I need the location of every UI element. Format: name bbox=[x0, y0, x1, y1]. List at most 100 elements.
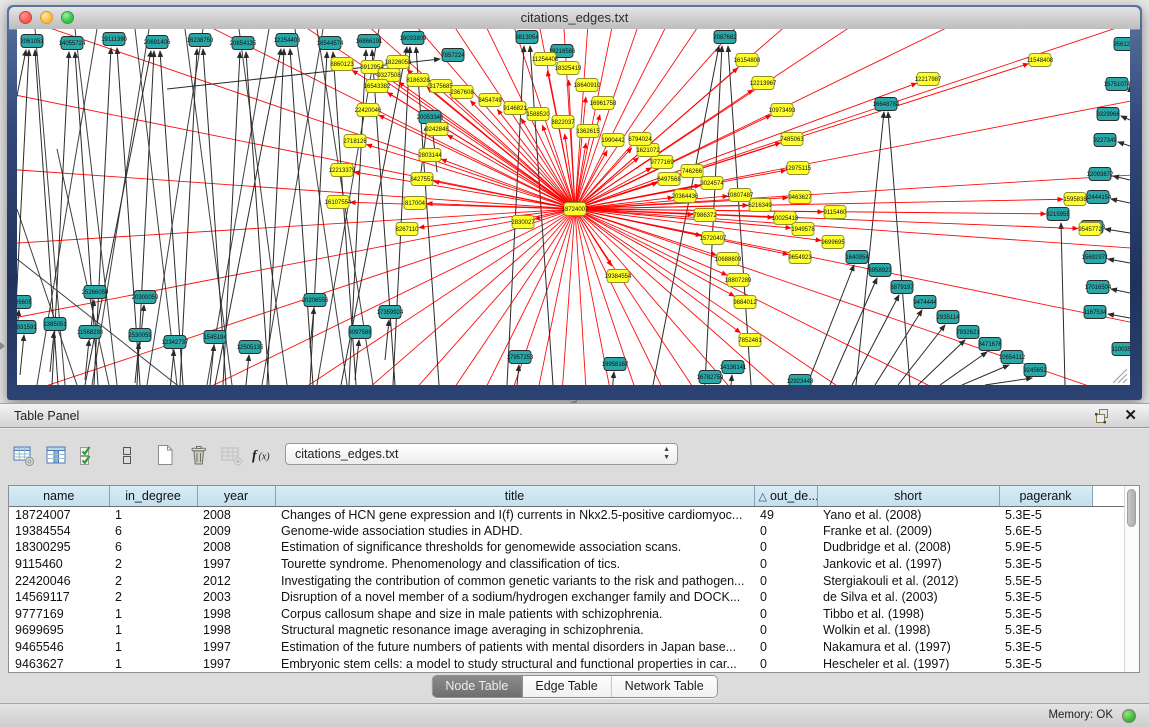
graph-node[interactable]: 16033809 bbox=[400, 32, 427, 45]
graph-node[interactable]: 6879197 bbox=[890, 281, 914, 294]
show-columns-icon[interactable] bbox=[43, 442, 69, 468]
graph-node[interactable]: 7932621 bbox=[956, 326, 980, 339]
graph-node[interactable]: 9097588 bbox=[348, 326, 372, 339]
graph-node[interactable]: 2087682 bbox=[713, 31, 737, 44]
table-mode-icon[interactable] bbox=[10, 442, 36, 468]
graph-node[interactable]: 12505135 bbox=[237, 341, 264, 354]
close-panel-icon[interactable]: ✕ bbox=[1124, 407, 1137, 425]
graph-node[interactable]: 12254403 bbox=[274, 34, 301, 47]
graph-node[interactable]: 3931591 bbox=[17, 321, 37, 334]
table-row[interactable]: 946554611997Estimation of the future num… bbox=[9, 639, 1125, 656]
graph-node[interactable]: 7852461 bbox=[738, 334, 762, 347]
tab-node-table[interactable]: Node Table bbox=[432, 676, 522, 697]
graph-node[interactable]: 3024574 bbox=[700, 177, 724, 190]
graph-node[interactable]: 12213379 bbox=[329, 164, 356, 177]
graph-node[interactable]: 12975115 bbox=[785, 162, 812, 175]
graph-node[interactable]: 16648784 bbox=[873, 98, 900, 111]
graph-node[interactable]: 7986372 bbox=[693, 209, 717, 222]
graph-node[interactable]: 9884012 bbox=[733, 296, 757, 309]
graph-node[interactable]: 1385051 bbox=[43, 318, 67, 331]
float-panel-icon[interactable] bbox=[1094, 408, 1110, 424]
graph-node[interactable]: 16782759 bbox=[697, 371, 724, 384]
column-header-in_degree[interactable]: in_degree bbox=[109, 486, 197, 506]
delete-columns-icon[interactable] bbox=[185, 442, 211, 468]
table-row[interactable]: 1938455462009Genome-wide association stu… bbox=[9, 523, 1125, 540]
graph-node[interactable]: 14136141 bbox=[720, 361, 747, 374]
graph-node[interactable]: 746266 bbox=[681, 165, 703, 178]
graph-node[interactable]: 11548408 bbox=[1027, 54, 1054, 67]
import-table-icon[interactable] bbox=[218, 442, 244, 468]
graph-node[interactable]: 20691406 bbox=[144, 36, 171, 49]
graph-node[interactable]: 2061051 bbox=[20, 35, 44, 48]
graph-node[interactable]: 1595838 bbox=[1063, 193, 1087, 206]
graph-node[interactable]: 1545194 bbox=[203, 331, 227, 344]
graph-node[interactable]: 18640910 bbox=[574, 79, 601, 92]
graph-node[interactable]: 12213967 bbox=[750, 77, 777, 90]
graph-node[interactable]: 2935114 bbox=[937, 311, 961, 324]
graph-node[interactable]: 8958923 bbox=[868, 264, 892, 277]
network-canvas[interactable]: 2061051140557241911139020691406162387592… bbox=[17, 29, 1130, 385]
table-row[interactable]: 946362711997Embryonic stem cells: a mode… bbox=[9, 655, 1125, 672]
graph-node[interactable]: 1640954 bbox=[845, 251, 869, 264]
table-scrollbar[interactable] bbox=[1124, 486, 1139, 672]
table-row[interactable]: 977716911998Corpus callosum shape and si… bbox=[9, 606, 1125, 623]
graph-node[interactable]: 1990442 bbox=[601, 134, 625, 147]
graph-node[interactable]: 1949578 bbox=[791, 223, 815, 236]
graph-node[interactable]: 18226058 bbox=[385, 56, 412, 69]
scrollbar-thumb[interactable] bbox=[1127, 489, 1136, 527]
network-window[interactable]: citations_edges.txt 20610511405572419111… bbox=[7, 5, 1142, 400]
graph-node[interactable]: 8267110 bbox=[396, 223, 420, 236]
graph-node[interactable]: 11568293 bbox=[77, 326, 104, 339]
graph-node[interactable]: 16107554 bbox=[325, 196, 352, 209]
graph-node[interactable]: 19958167 bbox=[602, 358, 629, 371]
graph-node[interactable]: 8186328 bbox=[406, 74, 430, 87]
graph-node[interactable]: 9561294 bbox=[1113, 38, 1130, 51]
graph-node[interactable]: 9115460 bbox=[824, 206, 848, 219]
graph-node[interactable]: 20206556 bbox=[302, 294, 329, 307]
table-row[interactable]: 1456911722003Disruption of a novel membe… bbox=[9, 589, 1125, 606]
graph-node[interactable]: 10807487 bbox=[727, 189, 754, 202]
graph-node[interactable]: 8215955 bbox=[1046, 208, 1070, 221]
create-column-icon[interactable] bbox=[152, 442, 178, 468]
graph-node[interactable]: 817004 bbox=[404, 197, 426, 210]
graph-node[interactable]: 18325419 bbox=[555, 62, 582, 75]
table-row[interactable]: 2242004622012Investigating the contribut… bbox=[9, 572, 1125, 589]
graph-node[interactable]: 12444154 bbox=[1085, 191, 1112, 204]
table-row[interactable]: 1872400712008Changes of HCN gene express… bbox=[9, 506, 1125, 523]
graph-node[interactable]: 16543382 bbox=[364, 80, 391, 93]
graph-node[interactable]: 9245652 bbox=[1023, 364, 1047, 377]
graph-node[interactable]: 17957253 bbox=[507, 351, 534, 364]
graph-node[interactable]: 12923448 bbox=[787, 375, 814, 386]
graph-node[interactable]: 15751074 bbox=[1104, 78, 1130, 91]
graph-node[interactable]: 9699695 bbox=[821, 236, 845, 249]
graph-node[interactable]: 25266050 bbox=[82, 286, 109, 299]
graph-node[interactable]: 9242848 bbox=[425, 123, 449, 136]
graph-node[interactable]: 20053346 bbox=[417, 111, 444, 124]
graph-node[interactable]: 9545772 bbox=[1078, 223, 1102, 236]
column-header-title[interactable]: title bbox=[275, 486, 754, 506]
graph-node[interactable]: 9227349 bbox=[1093, 134, 1117, 147]
graph-node[interactable]: 14055724 bbox=[59, 37, 86, 50]
graph-node[interactable]: 6497568 bbox=[657, 173, 681, 186]
graph-node[interactable]: 17359924 bbox=[377, 306, 404, 319]
graph-node[interactable]: 2718126 bbox=[343, 135, 367, 148]
graph-node[interactable]: 11254408 bbox=[532, 53, 559, 66]
graph-node[interactable]: 19384554 bbox=[605, 270, 632, 283]
graph-node[interactable]: 8471676 bbox=[978, 338, 1002, 351]
graph-node[interactable]: 9777169 bbox=[650, 156, 674, 169]
graph-node[interactable]: 9474444 bbox=[913, 296, 937, 309]
graph-node[interactable]: 9654923 bbox=[788, 251, 812, 264]
graph-node[interactable]: 10688609 bbox=[715, 253, 742, 266]
column-header-pagerank[interactable]: pagerank bbox=[999, 486, 1092, 506]
graph-node[interactable]: 16238759 bbox=[187, 34, 214, 47]
tab-edge-table[interactable]: Edge Table bbox=[522, 676, 611, 697]
table-row[interactable]: 911546021997Tourette syndrome. Phenomeno… bbox=[9, 556, 1125, 573]
row-height-icon[interactable] bbox=[114, 442, 140, 468]
graph-node[interactable]: 8427552 bbox=[410, 173, 434, 186]
node-table[interactable]: namein_degreeyeartitle△out_de...shortpag… bbox=[8, 485, 1140, 673]
graph-node[interactable]: 10654112 bbox=[999, 351, 1026, 364]
graph-node[interactable]: 22420046 bbox=[355, 104, 382, 117]
graph-node[interactable]: 8454749 bbox=[478, 94, 502, 107]
graph-node[interactable]: 1588520 bbox=[526, 108, 550, 121]
window-titlebar[interactable]: citations_edges.txt bbox=[9, 7, 1140, 30]
